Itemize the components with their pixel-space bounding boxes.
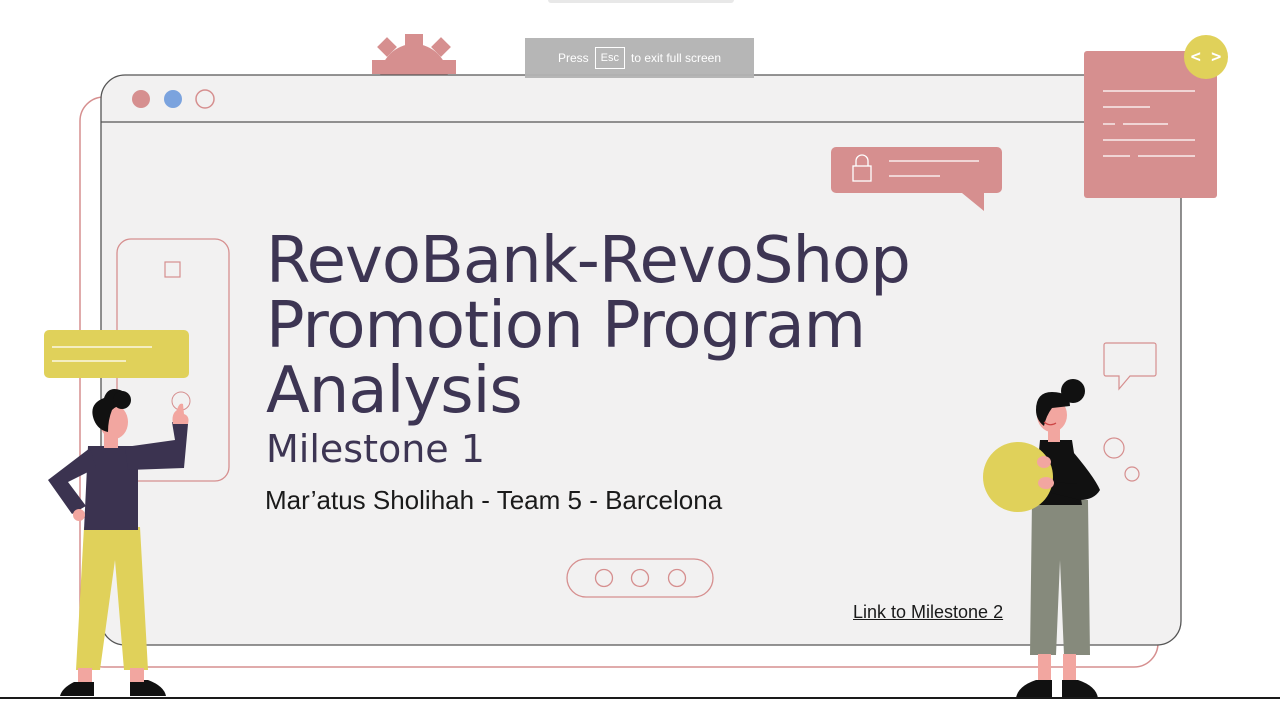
bottom-edge-bar: [0, 697, 1280, 722]
title-line-1: RevoBank-RevoShop: [266, 224, 911, 298]
fullscreen-exit-banner: Press Esc to exit full screen: [525, 38, 754, 78]
esc-key-label: Esc: [594, 47, 625, 69]
code-badge-label: < >: [1190, 47, 1222, 67]
window-dot-blue-icon: [164, 90, 182, 108]
yellow-message-card: [44, 330, 189, 378]
title-line-2: Promotion Program: [266, 289, 866, 363]
banner-suffix-text: to exit full screen: [630, 51, 722, 65]
window-dot-red-icon: [132, 90, 150, 108]
yellow-ball-icon: [983, 442, 1053, 512]
top-exit-tab: [548, 0, 734, 3]
author-line: Mar’atus Sholihah - Team 5 - Barcelona: [265, 485, 723, 515]
presentation-slide: RevoBank-RevoShop Promotion Program Anal…: [0, 0, 1280, 720]
banner-press-text: Press: [557, 51, 589, 65]
slide-subtitle: Milestone 1: [266, 427, 485, 471]
title-line-3: Analysis: [266, 354, 523, 428]
milestone-2-link[interactable]: Link to Milestone 2: [853, 602, 1003, 623]
